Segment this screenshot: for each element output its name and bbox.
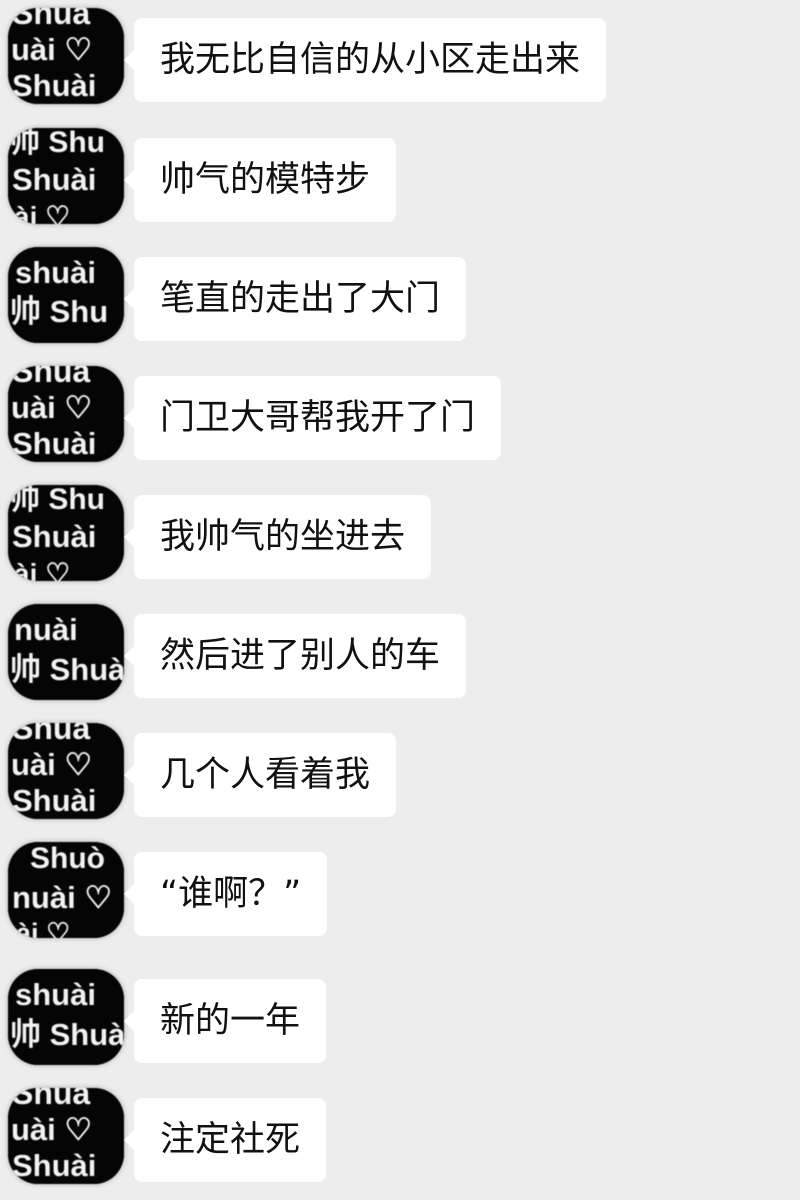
message-row: Shuà uài ♡ Shuài 门卫大哥帮我开了门 <box>0 358 800 476</box>
message-bubble[interactable]: 帅气的模特步 <box>123 138 397 222</box>
chat-message-list[interactable]: Shuà uài ♡ Shuài 我无比自信的从小区走出来 帅 Shu Shuà… <box>0 0 800 1200</box>
avatar-text-line: 帅 Shuà <box>10 652 124 687</box>
message-bubble[interactable]: “谁啊？” <box>123 852 328 936</box>
avatar-shuai-pattern-icon[interactable]: nuài 帅 Shuà <box>8 604 124 700</box>
message-bubble[interactable]: 笔直的走出了大门 <box>123 257 467 341</box>
avatar-text-line: Shuà <box>12 723 90 746</box>
avatar-text-line: ài ♡ <box>14 201 70 224</box>
avatar-text-line: 帅 Shu <box>10 485 105 516</box>
message-bubble[interactable]: 新的一年 <box>123 979 327 1063</box>
message-bubble[interactable]: 几个人看着我 <box>123 733 397 817</box>
avatar-text-line: Shuà <box>12 8 90 31</box>
message-row: nuài 帅 Shuà 然后进了别人的车 <box>0 596 800 714</box>
avatar-text-line: uài ♡ <box>11 390 92 425</box>
message-row: shuài 帅 Shuà 新的一年 <box>0 961 800 1079</box>
message-row: 帅 Shu Shuài ài ♡ 帅气的模特步 <box>0 120 800 238</box>
avatar-shuai-pattern-icon[interactable]: Shuà uài ♡ Shuài <box>8 366 124 462</box>
avatar-shuai-pattern-icon[interactable]: Shuà uài ♡ Shuài <box>8 723 124 819</box>
avatar-text-line: uài ♡ <box>11 1112 92 1147</box>
message-bubble[interactable]: 门卫大哥帮我开了门 <box>123 376 502 460</box>
avatar-shuai-pattern-icon[interactable]: shuài 帅 Shu <box>8 247 124 343</box>
message-row: shuài 帅 Shu 笔直的走出了大门 <box>0 239 800 357</box>
message-bubble[interactable]: 注定社死 <box>123 1098 327 1182</box>
message-row: Shuà uài ♡ Shuài 注定社死 <box>0 1080 800 1198</box>
avatar-text-line: Shuò <box>30 842 105 875</box>
message-row: Shuà uài ♡ Shuài 我无比自信的从小区走出来 <box>0 0 800 118</box>
message-row: 帅 Shu Shuài ài ♡ 我帅气的坐进去 <box>0 477 800 595</box>
avatar-text-line: Shuà <box>12 1088 90 1111</box>
avatar-text-line: Shuài <box>12 68 96 103</box>
avatar-shuai-pattern-icon[interactable]: shuài 帅 Shuà <box>8 969 124 1065</box>
avatar-text-line: Shuài <box>12 519 96 554</box>
avatar-shuai-pattern-icon[interactable]: Shuò nuài ♡ ài ♡ <box>8 842 124 938</box>
avatar-shuai-pattern-icon[interactable]: Shuà uài ♡ Shuài <box>8 8 124 104</box>
avatar-text-line: Shuài <box>12 783 96 818</box>
avatar-text-line: 帅 Shu <box>10 128 105 159</box>
avatar-text-line: 帅 Shu <box>10 294 108 329</box>
avatar-text-line: 帅 Shuà <box>10 1017 124 1052</box>
avatar-text-line: Shuài <box>12 162 96 197</box>
message-row: Shuò nuài ♡ ài ♡ “谁啊？” <box>0 834 800 952</box>
avatar-text-line: shuài <box>15 977 96 1012</box>
avatar-text-line: uài ♡ <box>11 32 92 67</box>
avatar-text-line: ài ♡ <box>16 918 70 938</box>
message-row: Shuà uài ♡ Shuài 几个人看着我 <box>0 715 800 833</box>
message-bubble[interactable]: 我无比自信的从小区走出来 <box>123 18 607 102</box>
avatar-shuai-pattern-icon[interactable]: Shuà uài ♡ Shuài <box>8 1088 124 1184</box>
avatar-text-line: Shuài <box>12 1148 96 1183</box>
avatar-text-line: uài ♡ <box>11 747 92 782</box>
avatar-text-line: ài ♡ <box>14 558 70 581</box>
avatar-shuai-pattern-icon[interactable]: 帅 Shu Shuài ài ♡ <box>8 485 124 581</box>
avatar-text-line: nuài ♡ <box>12 880 112 915</box>
message-bubble[interactable]: 然后进了别人的车 <box>123 614 467 698</box>
avatar-text-line: Shuà <box>12 366 90 389</box>
avatar-text-line: nuài <box>14 612 78 647</box>
avatar-shuai-pattern-icon[interactable]: 帅 Shu Shuài ài ♡ <box>8 128 124 224</box>
message-bubble[interactable]: 我帅气的坐进去 <box>123 495 432 579</box>
avatar-text-line: shuài <box>15 255 96 290</box>
avatar-text-line: Shuài <box>12 426 96 461</box>
